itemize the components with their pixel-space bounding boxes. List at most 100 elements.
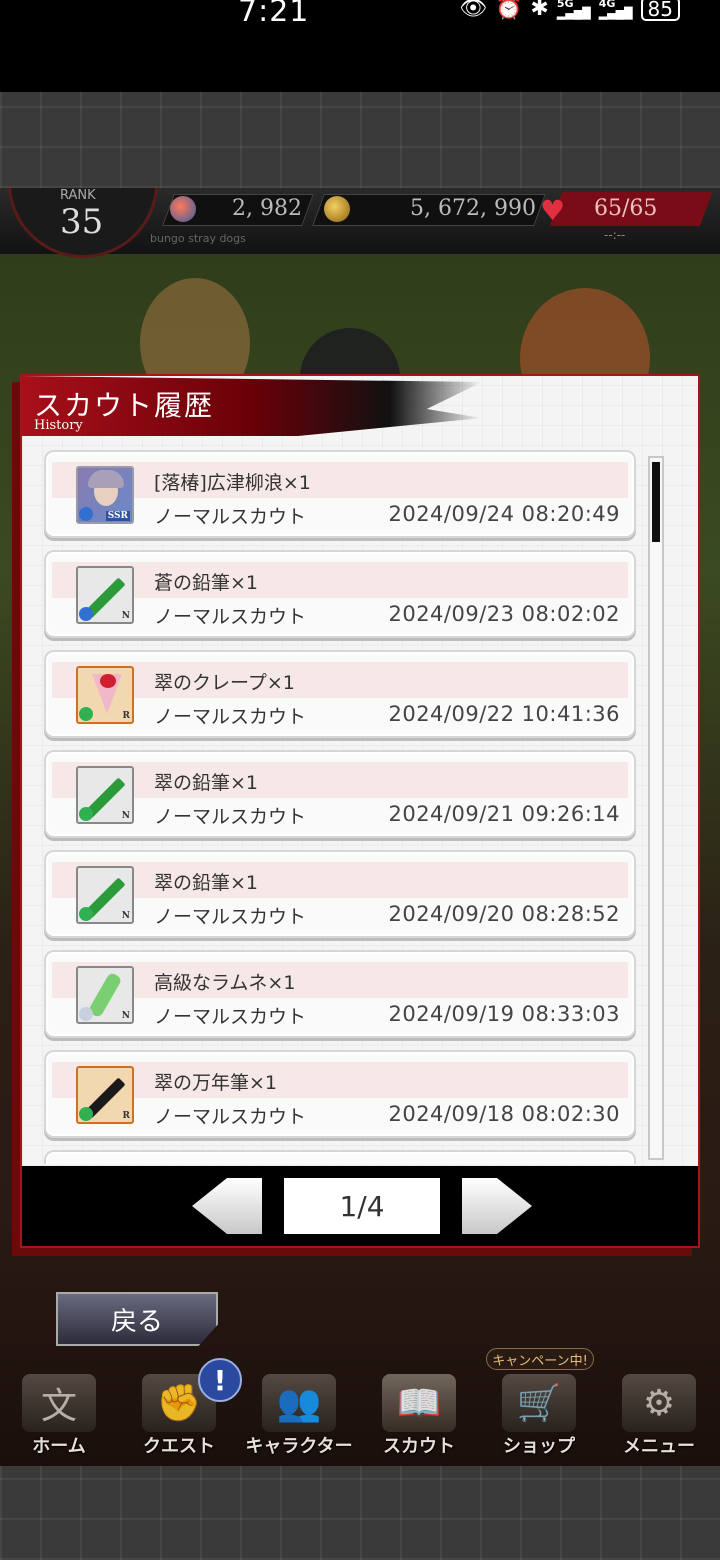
history-row[interactable]: R 翠のクレープ×1 ノーマルスカウト 2024/09/22 10:41:36 xyxy=(44,650,636,738)
character-portrait-icon: SSR xyxy=(76,466,134,524)
eye-icon: 👁 xyxy=(459,0,488,21)
status-icons: 👁 ⏰ ✱ 5G ▂▄▆█ 4G ▂▄▆█ 85 xyxy=(459,0,680,21)
history-row[interactable]: N 蒼の鉛筆×1 ノーマルスカウト 2024/09/23 08:02:02 xyxy=(44,550,636,638)
scout-date: 2024/09/18 08:02:30 xyxy=(388,1102,620,1126)
bottom-letterbox xyxy=(0,1466,720,1560)
coin-count: 5, 672, 990 xyxy=(410,196,536,221)
scout-date: 2024/09/23 08:02:02 xyxy=(388,602,620,626)
row-stripe xyxy=(52,962,628,998)
nav-home[interactable]: 文 ホーム xyxy=(4,1366,114,1462)
next-page-button[interactable] xyxy=(462,1178,532,1234)
item-name: 翠の鉛筆×1 xyxy=(154,772,259,794)
stamina-value: 65/65 xyxy=(594,196,658,221)
scout-date: 2024/09/19 08:33:03 xyxy=(388,1002,620,1026)
rarity-label: N xyxy=(121,811,130,821)
row-stripe xyxy=(52,662,628,698)
history-row[interactable]: N 翠の鉛筆×1 ノーマルスカウト 2024/09/20 08:28:52 xyxy=(44,850,636,938)
campaign-tag: キャンペーン中! xyxy=(486,1348,594,1370)
scout-date: 2024/09/22 10:41:36 xyxy=(388,702,620,726)
item-name: 翠の鉛筆×1 xyxy=(154,872,259,894)
item-name: 蒼の鉛筆×1 xyxy=(154,572,259,594)
signal-5g-icon: 5G ▂▄▆█ xyxy=(556,0,591,20)
attribute-green-icon xyxy=(79,907,93,921)
item-name: 翠の万年筆×1 xyxy=(154,1072,278,1094)
history-row[interactable]: R 翠の万年筆×1 ノーマルスカウト 2024/09/18 08:02:30 xyxy=(44,1050,636,1138)
rarity-label: R xyxy=(122,711,130,721)
pencil-icon: N xyxy=(76,866,134,924)
nav-label: ホーム xyxy=(32,1436,86,1457)
status-time: 7:21 xyxy=(238,0,310,29)
scout-date: 2024/09/21 09:26:14 xyxy=(388,802,620,826)
rarity-label: SSR xyxy=(105,511,130,521)
attribute-green-icon xyxy=(79,707,93,721)
row-stripe xyxy=(52,1062,628,1098)
menu-gear-icon: ⚙ xyxy=(622,1374,696,1432)
rarity-label: N xyxy=(121,911,130,921)
item-name: [落椿]広津柳浪×1 xyxy=(154,472,311,494)
item-name: 高級なラムネ×1 xyxy=(154,972,296,994)
heart-icon: ♥ xyxy=(540,194,566,227)
scout-type: ノーマルスカウト xyxy=(154,906,307,928)
scout-type: ノーマルスカウト xyxy=(154,806,307,828)
scout-icon: 📖 xyxy=(382,1374,456,1432)
attribute-blue-icon xyxy=(79,607,93,621)
scout-type: ノーマルスカウト xyxy=(154,706,307,728)
bottom-nav: 文 ホーム ✊ クエスト ! 👥 キャラクター 📖 スカウト 🛒 ショップ キャ… xyxy=(0,1348,720,1464)
scout-type: ノーマルスカウト xyxy=(154,506,307,528)
quest-notification-badge: ! xyxy=(198,1358,242,1402)
history-scrollbar[interactable] xyxy=(648,456,664,1160)
pager: 1/4 xyxy=(22,1166,698,1246)
panel-subtitle: History xyxy=(34,418,83,433)
nav-menu[interactable]: ⚙ メニュー xyxy=(604,1366,714,1462)
rank-label: RANK xyxy=(60,188,96,203)
shop-icon: 🛒 xyxy=(502,1374,576,1432)
scout-date: 2024/09/24 08:20:49 xyxy=(388,502,620,526)
nav-label: スカウト xyxy=(383,1436,455,1457)
attribute-green-icon xyxy=(79,807,93,821)
back-button[interactable]: 戻る xyxy=(56,1292,218,1346)
nav-label: キャラクター xyxy=(245,1436,353,1457)
scout-history-panel: スカウト履歴 History SSR [落椿]広津柳浪×1 ノーマルスカウト 2… xyxy=(20,374,700,1248)
rarity-label: N xyxy=(121,611,130,621)
attribute-blue-icon xyxy=(79,507,93,521)
battery-indicator: 85 xyxy=(640,0,680,21)
pencil-icon: N xyxy=(76,766,134,824)
row-stripe xyxy=(52,762,628,798)
game-subtitle: bungo stray dogs xyxy=(150,232,246,245)
scout-type: ノーマルスカウト xyxy=(154,1106,307,1128)
item-name: 翠のクレープ×1 xyxy=(154,672,295,694)
attribute-green-icon xyxy=(79,1107,93,1121)
nav-shop[interactable]: 🛒 ショップ xyxy=(484,1366,594,1462)
history-row[interactable]: SSR [落椿]広津柳浪×1 ノーマルスカウト 2024/09/24 08:20… xyxy=(44,450,636,538)
rarity-label: R xyxy=(122,1111,130,1121)
character-icon: 👥 xyxy=(262,1374,336,1432)
history-row-partial[interactable] xyxy=(44,1150,636,1164)
pencil-icon: N xyxy=(76,566,134,624)
gem-count: 2, 982 xyxy=(232,196,302,221)
scout-date: 2024/09/20 08:28:52 xyxy=(388,902,620,926)
top-letterbox xyxy=(0,92,720,188)
history-row[interactable]: N 高級なラムネ×1 ノーマルスカウト 2024/09/19 08:33:03 xyxy=(44,950,636,1038)
nav-label: ショップ xyxy=(503,1436,575,1457)
crepe-icon: R xyxy=(76,666,134,724)
ramune-bottle-icon: N xyxy=(76,966,134,1024)
scrollbar-thumb[interactable] xyxy=(652,462,660,542)
coin-icon xyxy=(324,196,350,222)
row-stripe xyxy=(52,462,628,498)
player-hud: RANK 35 2, 982 5, 672, 990 ♥ 65/65 --:--… xyxy=(0,188,720,258)
gem-icon xyxy=(170,196,196,222)
page-indicator: 1/4 xyxy=(284,1178,440,1234)
scout-type: ノーマルスカウト xyxy=(154,1006,307,1028)
history-row[interactable]: N 翠の鉛筆×1 ノーマルスカウト 2024/09/21 09:26:14 xyxy=(44,750,636,838)
history-list[interactable]: SSR [落椿]広津柳浪×1 ノーマルスカウト 2024/09/24 08:20… xyxy=(44,450,636,1164)
nav-character[interactable]: 👥 キャラクター xyxy=(244,1366,354,1462)
home-icon: 文 xyxy=(22,1374,96,1432)
bluetooth-icon: ✱ xyxy=(530,0,549,21)
row-stripe xyxy=(52,862,628,898)
nav-label: メニュー xyxy=(623,1436,695,1457)
alarm-icon: ⏰ xyxy=(495,0,523,21)
rank-value: 35 xyxy=(60,202,104,242)
nav-scout[interactable]: 📖 スカウト xyxy=(364,1366,474,1462)
prev-page-button[interactable] xyxy=(192,1178,262,1234)
crepe-fruit xyxy=(100,674,116,688)
